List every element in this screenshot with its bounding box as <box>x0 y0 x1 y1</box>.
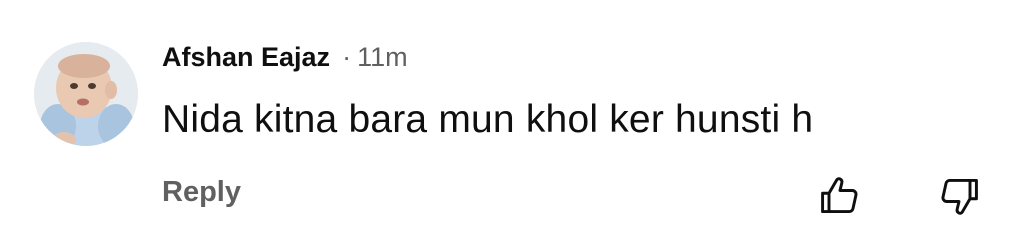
dislike-button[interactable] <box>935 172 983 220</box>
avatar[interactable] <box>34 42 138 146</box>
reply-button[interactable]: Reply <box>162 176 241 209</box>
thumbs-down-icon <box>941 178 978 215</box>
like-button[interactable] <box>816 172 864 220</box>
comment-item: Afshan Eajaz · 11m Nida kitna bara mun k… <box>0 0 1024 246</box>
baby-photo-avatar-image <box>34 42 138 146</box>
thumbs-up-icon <box>821 177 858 214</box>
separator-dot: · <box>342 42 352 72</box>
timestamp[interactable]: 11m <box>357 42 408 73</box>
comment-header: Afshan Eajaz · 11m <box>162 42 408 82</box>
author-name[interactable]: Afshan Eajaz <box>162 42 330 73</box>
comment-text: Nida kitna bara mun khol ker hunsti h <box>162 98 814 141</box>
